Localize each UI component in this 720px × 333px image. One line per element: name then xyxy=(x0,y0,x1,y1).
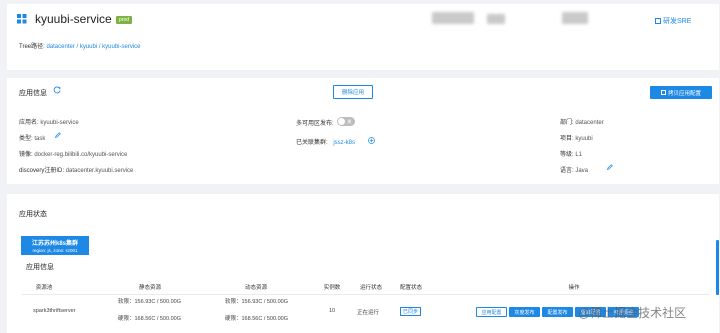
cell-pool: spark3thriftserver xyxy=(33,308,76,314)
sre-link-label: 研发SRE xyxy=(663,18,692,25)
refresh-icon[interactable] xyxy=(53,86,61,94)
watermark: @稀土掘金技术社区 xyxy=(578,306,687,320)
cluster-tab-detail: region: js, zone: sz001 xyxy=(32,248,78,253)
field-clusters: 已关联集群: jssz-k8s xyxy=(296,140,356,146)
cell-config-status: 已同步 xyxy=(400,307,422,316)
cluster-tab[interactable]: 江苏苏州k8s集群 region: js, zone: sz001 xyxy=(21,236,89,255)
redacted-user-info xyxy=(432,12,474,24)
breadcrumb-label: Tree路径: xyxy=(19,44,45,50)
copy-config-button[interactable]: 拷贝应用配置 xyxy=(650,86,712,99)
field-type: 类型: task xyxy=(19,136,46,142)
delete-app-button[interactable]: 删除应用 xyxy=(333,85,373,99)
redacted-user-info xyxy=(562,12,588,24)
field-level: 等级: L1 xyxy=(560,152,583,158)
cell-run-status: 正在运行 xyxy=(357,310,380,316)
env-badge: prod xyxy=(116,16,133,24)
field-multi-zone: 多可用区发布: xyxy=(296,121,334,127)
multi-zone-toggle[interactable]: 关 xyxy=(337,117,355,126)
app-info-title: 应用信息 xyxy=(19,90,47,97)
col-instances: 实例数 xyxy=(323,285,341,291)
sre-link[interactable]: 研发SRE xyxy=(655,16,691,26)
app-status-title: 应用状态 xyxy=(19,211,47,218)
external-link-icon xyxy=(655,18,661,24)
field-discovery: discovery注册ID: datacenter.kyuubi.service xyxy=(19,168,134,174)
gray-release-button[interactable]: 灰度发布 xyxy=(509,307,540,317)
field-dept: 部门: datacenter xyxy=(560,120,604,126)
field-language: 语言: Java xyxy=(560,168,589,174)
toggle-label: 关 xyxy=(347,118,352,124)
cluster-tab-name: 江苏苏州k8s集群 xyxy=(31,241,78,247)
cell-static-hard: 硬限：168.56C / 500.00G xyxy=(118,316,181,322)
app-grid-icon xyxy=(17,14,27,24)
breadcrumb: Tree路径: datacenter / kyuubi / kyuubi-ser… xyxy=(19,41,141,50)
redacted-user-info xyxy=(487,14,505,24)
cell-static-soft: 软限：156.93C / 500.00G xyxy=(118,299,181,305)
config-release-button[interactable]: 配置发布 xyxy=(542,307,573,317)
field-app-name: 应用名: kyuubi-service xyxy=(19,120,79,126)
col-actions: 操作 xyxy=(568,285,580,291)
edit-language-icon[interactable] xyxy=(606,164,613,171)
field-project: 项目: kyuubi xyxy=(560,136,593,142)
toggle-knob xyxy=(338,118,345,125)
copy-icon xyxy=(660,90,666,95)
col-config-status: 配置状态 xyxy=(399,285,422,291)
col-dynamic: 动态资源 xyxy=(244,285,267,291)
col-static: 静态资源 xyxy=(138,285,161,291)
header-card xyxy=(7,4,719,70)
add-cluster-icon[interactable] xyxy=(368,137,375,144)
cell-dynamic-hard: 硬限：168.56C / 500.00G xyxy=(225,316,288,322)
col-run-status: 运行状态 xyxy=(359,285,382,291)
edit-type-icon[interactable] xyxy=(54,132,61,139)
col-pool: 资源池 xyxy=(35,285,53,291)
breadcrumb-path[interactable]: datacenter / kyuubi / kyuubi-service xyxy=(46,44,140,50)
table-header-divider xyxy=(21,294,710,295)
scrollbar-thumb[interactable] xyxy=(716,240,719,295)
app-title: kyuubi-service xyxy=(35,12,112,26)
app-info-subtitle: 应用信息 xyxy=(26,264,54,271)
apply-config-button[interactable]: 应用配置 xyxy=(476,307,507,317)
cell-instances: 10 xyxy=(329,308,336,314)
field-image: 镜像: docker-reg.bilibili.co/kyuubi-servic… xyxy=(19,152,128,158)
copy-config-label: 拷贝应用配置 xyxy=(667,90,701,97)
cell-dynamic-soft: 软限：156.93C / 500.00G xyxy=(225,299,288,305)
